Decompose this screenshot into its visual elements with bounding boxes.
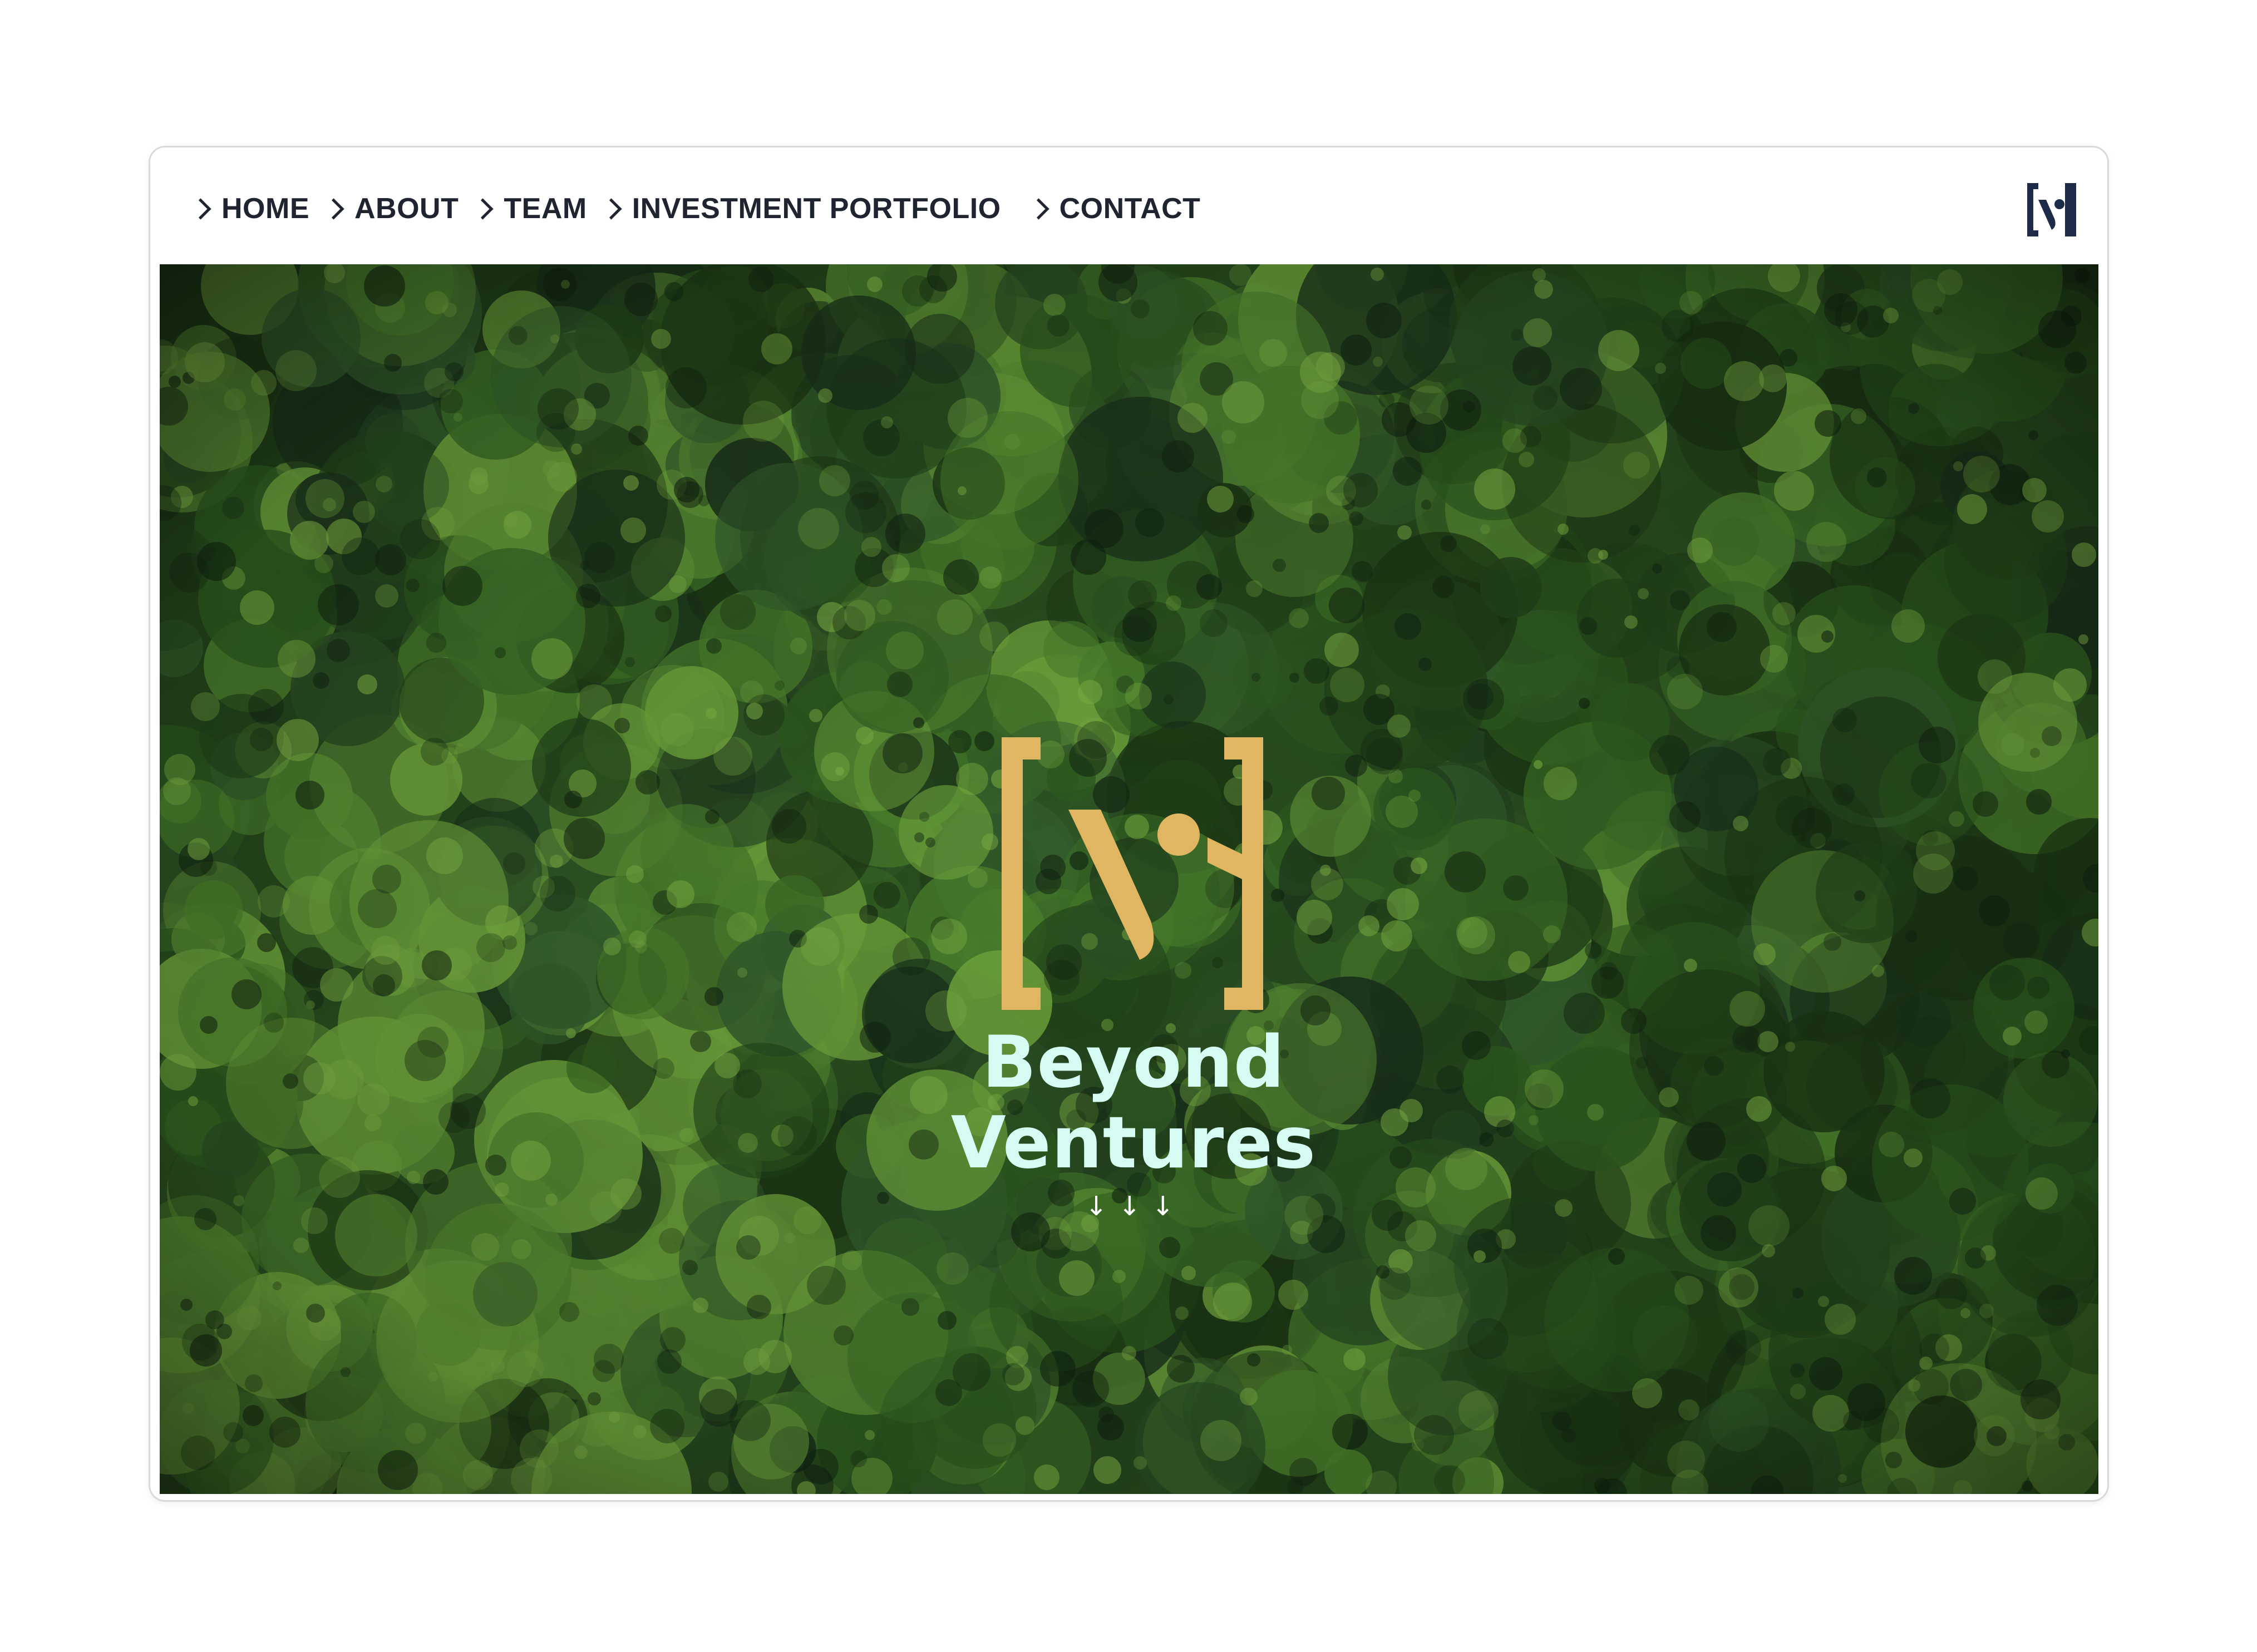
page: HOME ABOUT TEAM INVESTMENT PORTFOLIO CON…	[0, 0, 2257, 1652]
nav-label-investment-portfolio: INVESTMENT PORTFOLIO	[632, 193, 1001, 225]
nav-label-home: HOME	[221, 193, 309, 225]
arrow-down-icon: ↓	[1151, 1191, 1174, 1222]
nav-item-about[interactable]: ABOUT	[323, 192, 459, 225]
chevron-right-icon	[600, 198, 622, 220]
beyond-ventures-logo-icon[interactable]	[2024, 182, 2079, 238]
chevron-right-icon	[1028, 198, 1049, 220]
nav-item-team[interactable]: TEAM	[472, 192, 587, 225]
chevron-right-icon	[323, 198, 344, 220]
beyond-ventures-hero-logo-icon	[1002, 737, 1263, 1010]
arrow-down-icon: ↓	[1118, 1191, 1141, 1222]
nav-label-contact: CONTACT	[1059, 193, 1201, 225]
top-navigation: HOME ABOUT TEAM INVESTMENT PORTFOLIO CON…	[150, 147, 2107, 264]
nav-label-team: TEAM	[504, 193, 587, 225]
chevron-right-icon	[190, 198, 211, 220]
brand-name-line2: Ventures	[950, 1102, 1317, 1185]
nav-item-investment-portfolio[interactable]: INVESTMENT PORTFOLIO	[600, 192, 1001, 225]
nav-item-home[interactable]: HOME	[190, 192, 309, 225]
nav-menu: HOME ABOUT TEAM INVESTMENT PORTFOLIO CON…	[190, 186, 1216, 231]
arrow-down-icon: ↓	[1085, 1191, 1108, 1222]
brand-name-line1: Beyond	[982, 1021, 1285, 1104]
hero-section: Beyond Ventures ↓ ↓ ↓	[160, 264, 2098, 1494]
nav-label-about: ABOUT	[354, 193, 459, 225]
nav-item-contact[interactable]: CONTACT	[1028, 192, 1201, 225]
website-frame: HOME ABOUT TEAM INVESTMENT PORTFOLIO CON…	[149, 146, 2109, 1502]
scroll-down-button[interactable]: ↓ ↓ ↓	[1085, 1187, 1174, 1226]
chevron-right-icon	[472, 198, 494, 220]
